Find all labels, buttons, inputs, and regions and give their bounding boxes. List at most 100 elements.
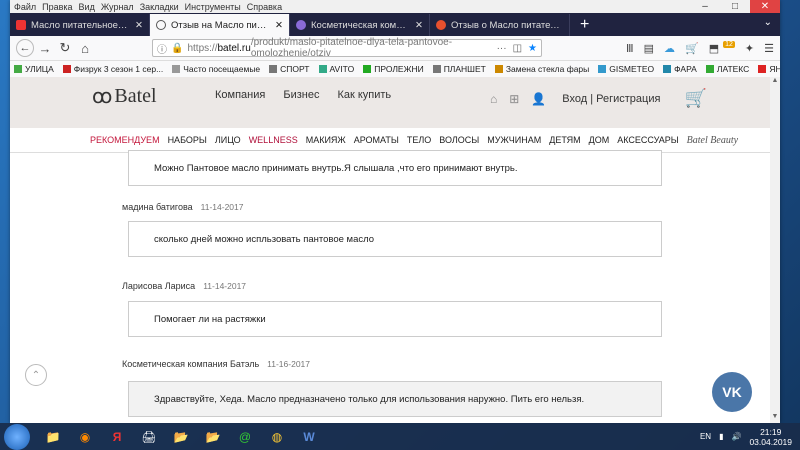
bookmark-star-icon[interactable]: ★	[528, 43, 537, 54]
bookmark-item[interactable]: GISMETEO	[598, 64, 654, 74]
taskbar: 📁 ◉ Я 🖨 📂 📂 @ ◍ W EN ▮ 🔊 21:19 03.04.201…	[0, 423, 800, 450]
close-tab-icon[interactable]: ✕	[415, 20, 423, 31]
more-actions-icon[interactable]: ···	[497, 43, 507, 54]
category-7[interactable]: ВОЛОСЫ	[439, 135, 479, 145]
category-1[interactable]: НАБОРЫ	[168, 135, 207, 145]
menu-file[interactable]: Файл	[14, 2, 36, 12]
maximize-button[interactable]: □	[720, 0, 750, 13]
bookmark-item[interactable]: УЛИЦА	[14, 64, 54, 74]
folder-2-taskbar-icon[interactable]: 📂	[198, 425, 228, 449]
network-icon[interactable]: ▮	[719, 432, 723, 441]
clock[interactable]: 21:19 03.04.2019	[749, 427, 792, 447]
category-9[interactable]: ДЕТЯМ	[549, 135, 580, 145]
category-8[interactable]: МУЖЧИНАМ	[487, 135, 541, 145]
vk-widget-button[interactable]: VK	[712, 372, 752, 412]
tab-4[interactable]: Отзыв о Масло питательное д	[430, 14, 570, 36]
category-6[interactable]: ТЕЛО	[407, 135, 431, 145]
login-register-link[interactable]: Вход | Регистрация	[562, 93, 660, 105]
bookmark-item[interactable]: ФАРА	[663, 64, 697, 74]
menu-bookmarks[interactable]: Закладки	[140, 2, 179, 12]
forward-button[interactable]: →	[36, 39, 54, 57]
extension-icon[interactable]: ⬒	[709, 42, 719, 55]
bookmark-item[interactable]: ЯНДЕКС	[758, 64, 780, 74]
tab-list-chevron-icon[interactable]: ⌄	[764, 17, 772, 28]
batel-favicon-icon	[156, 20, 166, 30]
category-2[interactable]: ЛИЦО	[215, 135, 241, 145]
yandex-taskbar-icon[interactable]: Я	[102, 425, 132, 449]
menu-help[interactable]: Справка	[247, 2, 282, 12]
back-button[interactable]: ←	[16, 39, 34, 57]
menu-history[interactable]: Журнал	[101, 2, 134, 12]
batel-beauty-link[interactable]: Batel Beauty	[687, 135, 738, 146]
folder-taskbar-icon[interactable]: 📂	[166, 425, 196, 449]
scroll-down-arrow-icon[interactable]: ▼	[770, 413, 780, 423]
bookmark-item[interactable]: СПОРТ	[269, 64, 310, 74]
bookmark-label: ПРОЛЕЖНИ	[374, 64, 424, 74]
new-tab-button[interactable]: +	[570, 14, 599, 36]
sidebar-icon[interactable]: ▤	[644, 42, 654, 55]
menu-tools[interactable]: Инструменты	[185, 2, 241, 12]
email-taskbar-icon[interactable]: @	[230, 425, 260, 449]
info-icon[interactable]: ⓘ	[157, 41, 167, 56]
hamburger-menu-icon[interactable]: ☰	[764, 42, 774, 55]
address-bar[interactable]: ⓘ 🔒 https:// batel.ru /produkt/maslo-pit…	[152, 37, 542, 59]
category-0[interactable]: РЕКОМЕНДУЕМ	[90, 135, 160, 145]
bookmark-item[interactable]: Физрук 3 сезон 1 сер...	[62, 64, 163, 74]
tab-title: Косметическая компания - Бате	[311, 19, 410, 31]
close-tab-icon[interactable]: ✕	[135, 20, 143, 31]
top-nav: Компания Бизнес Как купить	[215, 89, 391, 101]
yandex-icon	[16, 20, 26, 30]
tab-3[interactable]: Косметическая компания - Бате ✕	[290, 14, 430, 36]
home-button[interactable]: ⌂	[76, 39, 94, 57]
nav-company[interactable]: Компания	[215, 89, 265, 101]
page-scrollbar[interactable]: ▲ ▼	[770, 77, 780, 423]
word-taskbar-icon[interactable]: W	[294, 425, 324, 449]
nav-business[interactable]: Бизнес	[283, 89, 319, 101]
cart-icon[interactable]: 🛒	[685, 42, 699, 55]
pocket-icon[interactable]: ◫	[513, 43, 522, 54]
volume-icon[interactable]: 🔊	[731, 432, 741, 441]
review-bubble: Помогает ли на растяжки	[128, 301, 662, 337]
bookmark-label: СПОРТ	[280, 64, 310, 74]
shopping-cart-icon[interactable]: 🛒	[684, 88, 706, 109]
bookmark-item[interactable]: AVITO	[318, 64, 354, 74]
start-button[interactable]	[4, 423, 30, 450]
cloud-icon[interactable]: ☁	[664, 42, 675, 55]
bookmark-item[interactable]: ЛАТЕКС	[705, 64, 749, 74]
menu-edit[interactable]: Правка	[42, 2, 72, 12]
printer-taskbar-icon[interactable]: 🖨	[134, 425, 164, 449]
bookmark-item[interactable]: ПРОЛЕЖНИ	[363, 64, 424, 74]
sitemap-icon[interactable]: ⊞	[509, 92, 519, 106]
nav-how-to-buy[interactable]: Как купить	[337, 89, 391, 101]
tab-1[interactable]: Масло питательное для тела с ✕	[10, 14, 150, 36]
review-date: 11-16-2017	[267, 359, 311, 369]
close-tab-icon[interactable]: ✕	[275, 20, 283, 31]
minimize-button[interactable]: –	[690, 0, 720, 13]
extension-2-icon[interactable]: ✦	[745, 42, 754, 55]
tab-2-active[interactable]: Отзыв на Масло питательное ✕	[150, 14, 290, 36]
home-icon[interactable]: ⌂	[490, 92, 497, 106]
bookmark-item[interactable]: Замена стекла фары	[494, 64, 589, 74]
reload-button[interactable]: ↻	[56, 39, 74, 57]
firefox-taskbar-icon[interactable]: ◉	[70, 425, 100, 449]
category-5[interactable]: АРОМАТЫ	[354, 135, 399, 145]
close-window-button[interactable]: ✕	[750, 0, 780, 13]
category-3[interactable]: WELLNESS	[249, 135, 298, 145]
category-10[interactable]: ДОМ	[589, 135, 610, 145]
menu-bar: Файл Правка Вид Журнал Закладки Инструме…	[10, 0, 780, 13]
category-4[interactable]: МАКИЯЖ	[306, 135, 346, 145]
scroll-up-arrow-icon[interactable]: ▲	[770, 77, 780, 87]
user-icon[interactable]: 👤	[531, 92, 546, 106]
bookmark-item[interactable]: ПЛАНШЕТ	[432, 64, 486, 74]
batel-logo[interactable]: ꝏ Batel	[92, 84, 157, 109]
bookmark-item[interactable]: Часто посещаемые	[172, 64, 260, 74]
chrome-taskbar-icon[interactable]: ◍	[262, 425, 292, 449]
scroll-to-top-button[interactable]: ⌃	[25, 364, 47, 386]
category-11[interactable]: АКСЕССУАРЫ	[617, 135, 678, 145]
review-author-name: Ларисова Лариса	[122, 281, 196, 291]
menu-view[interactable]: Вид	[79, 2, 95, 12]
lock-icon[interactable]: 🔒	[171, 43, 183, 54]
library-icon[interactable]: Ⅲ	[626, 42, 634, 55]
language-indicator[interactable]: EN	[700, 432, 711, 441]
explorer-taskbar-icon[interactable]: 📁	[38, 425, 68, 449]
